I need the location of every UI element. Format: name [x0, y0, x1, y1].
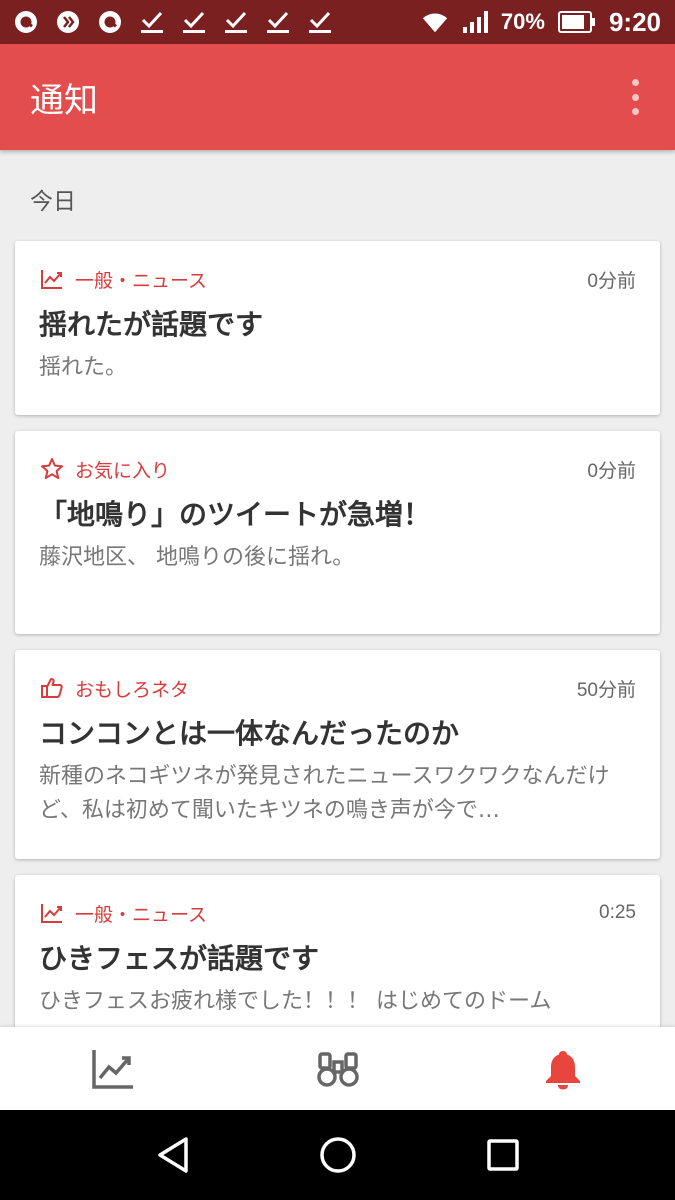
app-bar: 通知: [0, 44, 675, 150]
nav-notifications-button[interactable]: [518, 1034, 608, 1104]
notification-body: 揺れた。: [39, 355, 128, 380]
notification-title: コンコンとは一体なんだったのか: [39, 717, 460, 750]
notification-time: 0:25: [599, 902, 636, 923]
overflow-menu-icon[interactable]: [625, 73, 645, 121]
notification-category: お気に入り: [75, 459, 171, 482]
home-circle-icon: [319, 1137, 356, 1173]
notification-time: 0分前: [587, 270, 636, 292]
bottom-navigation: [0, 1027, 675, 1110]
nav-trending-button[interactable]: [68, 1034, 158, 1104]
notification-body: 新種のネコギツネが発見されたニュースワクワクなんだけど、私は初めて聞いたキツネの…: [39, 764, 610, 823]
notification-time: 0分前: [587, 460, 636, 482]
recents-button[interactable]: [473, 1125, 533, 1185]
system-navigation-bar: [0, 1110, 675, 1200]
status-notification-icons: [12, 8, 334, 36]
check-download-icon: [180, 8, 208, 36]
back-button[interactable]: [143, 1125, 203, 1185]
clock: 9:20: [608, 6, 661, 37]
app-q-icon: [96, 8, 124, 36]
check-download-icon: [222, 8, 250, 36]
check-download-icon: [264, 8, 292, 36]
signal-icon: [461, 8, 489, 36]
home-button[interactable]: [308, 1125, 368, 1185]
trending-icon: [39, 900, 65, 926]
battery-percent: 70%: [500, 9, 545, 34]
status-bar: 70% 9:20: [0, 0, 675, 44]
notification-body: ひきフェスお疲れ様でした！！！ はじめてのドーム: [39, 989, 552, 1014]
notification-category: 一般・ニュース: [75, 269, 208, 292]
notification-list: 一般・ニュース 0分前 揺れたが話題です 揺れた。 お気に入り 0分前 「地鳴り…: [15, 241, 660, 1071]
bell-icon: [545, 1050, 580, 1089]
back-triangle-icon: [157, 1137, 188, 1173]
star-icon: [39, 456, 65, 482]
app-diamond-icon: [54, 8, 82, 36]
notification-title: 揺れたが話題です: [39, 308, 264, 341]
wifi-icon: [421, 8, 449, 36]
nav-explore-button[interactable]: [293, 1034, 383, 1104]
notification-title: ひきフェスが話題です: [39, 942, 320, 975]
notification-card[interactable]: お気に入り 0分前 「地鳴り」のツイートが急増！ 藤沢地区、 地鳴りの後に揺れ。: [15, 431, 660, 634]
notification-category: おもしろネタ: [75, 678, 190, 701]
trending-icon: [39, 266, 65, 292]
notification-card[interactable]: おもしろネタ 50分前 コンコンとは一体なんだったのか 新種のネコギツネが発見さ…: [15, 650, 660, 859]
notification-body: 藤沢地区、 地鳴りの後に揺れ。: [39, 545, 355, 570]
thumbs-up-icon: [39, 675, 65, 701]
battery-icon: [557, 8, 597, 36]
binoculars-icon: [316, 1051, 359, 1087]
trending-icon: [91, 1049, 133, 1089]
notification-time: 50分前: [576, 679, 636, 701]
notification-card[interactable]: 一般・ニュース 0分前 揺れたが話題です 揺れた。: [15, 241, 660, 415]
section-header-today: 今日: [30, 189, 76, 215]
check-download-icon: [138, 8, 166, 36]
check-download-icon: [306, 8, 334, 36]
notification-category: 一般・ニュース: [75, 903, 208, 926]
notification-title: 「地鳴り」のツイートが急増！: [39, 498, 432, 531]
page-title: 通知: [30, 80, 98, 121]
app-q-icon: [12, 8, 40, 36]
recents-square-icon: [486, 1139, 519, 1171]
